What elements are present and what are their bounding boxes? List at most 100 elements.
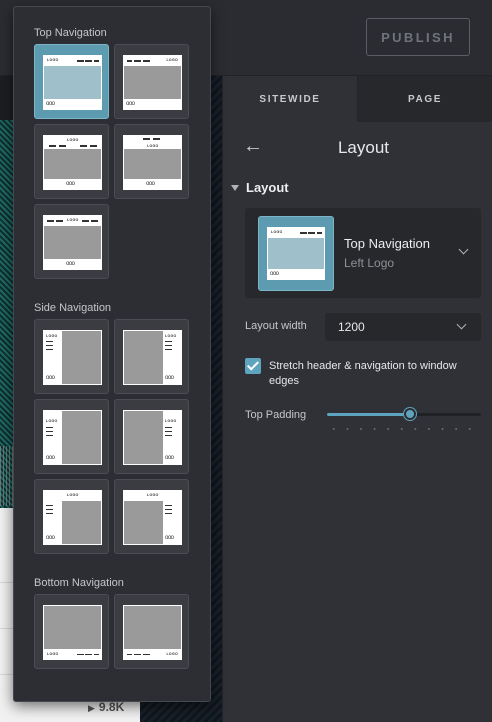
footer-dots: ooo <box>126 101 135 107</box>
layout-section-toggle[interactable]: Layout <box>231 180 289 195</box>
layout-selector-card[interactable]: LOGO ooo Top Navigation Left Logo <box>245 208 481 298</box>
side-nav-bar: LOGO ooo <box>163 331 181 384</box>
logo-label: LOGO <box>47 58 59 62</box>
layout-picker-popover: Top Navigation LOGO ooo LOGO ooo LOGO oo… <box>13 6 211 702</box>
layout-title: Top Navigation <box>344 236 430 251</box>
nav-dash <box>143 60 150 62</box>
stretch-checkbox[interactable] <box>245 358 261 374</box>
layout-width-label: Layout width <box>245 320 307 332</box>
side-nav-bar: LOGO ooo <box>163 411 181 464</box>
nav-dash <box>46 509 53 511</box>
footer-dots: ooo <box>66 261 75 267</box>
layout-option-bottom-left-logo[interactable]: LOGO <box>34 594 109 669</box>
layout-option-side-right-logo-mid[interactable]: LOGO ooo <box>114 399 189 474</box>
side-nav-bar: LOGO ooo <box>44 411 62 464</box>
layout-preview-icon: LOGO ooo <box>43 135 102 190</box>
stretch-label[interactable]: Stretch header & navigation to window ed… <box>269 359 481 389</box>
nav-dash <box>165 341 172 343</box>
publish-button[interactable]: PUBLISH <box>366 18 470 56</box>
nav-dash <box>317 232 322 234</box>
layout-preview-icon: LOGO ooo <box>123 135 182 190</box>
group-label-top-navigation: Top Navigation <box>34 27 107 39</box>
layout-option-side-left-logo-top[interactable]: LOGO ooo <box>34 319 109 394</box>
nav-dash <box>127 60 132 62</box>
nav-dash <box>59 145 66 147</box>
layout-option-top-center-logo-inline[interactable]: LOGO ooo <box>34 204 109 279</box>
top-padding-slider[interactable] <box>327 406 481 432</box>
footer-dots: ooo <box>46 535 55 541</box>
tab-sitewide[interactable]: SITEWIDE <box>223 76 358 122</box>
footer-dots: ooo <box>66 181 75 187</box>
footer-dots: ooo <box>46 455 55 461</box>
layout-option-side-left-header[interactable]: LOGO ooo <box>34 479 109 554</box>
nav-dash <box>80 145 87 147</box>
logo-label: LOGO <box>67 218 79 222</box>
nav-dash <box>47 220 54 222</box>
slider-fill <box>327 413 411 416</box>
footer-dots: ooo <box>270 271 279 277</box>
panel-header: ← Layout <box>223 122 492 172</box>
nav-dash <box>77 60 84 62</box>
layout-option-side-right-logo-top[interactable]: LOGO ooo <box>114 319 189 394</box>
layout-preview-icon: LOGO ooo <box>43 410 102 465</box>
layout-option-side-left-logo-mid[interactable]: LOGO ooo <box>34 399 109 474</box>
nav-dash <box>300 232 307 234</box>
nav-dash <box>46 341 53 343</box>
layout-option-top-left-logo[interactable]: LOGO ooo <box>34 44 109 119</box>
nav-dash <box>143 138 150 140</box>
nav-dash <box>165 505 172 507</box>
preview-stat-value: 9.8K <box>88 700 124 714</box>
caret-down-icon <box>231 184 239 191</box>
nav-dash <box>85 653 92 655</box>
logo-label: LOGO <box>166 58 178 62</box>
side-nav-bar: ooo <box>163 501 181 544</box>
layout-preview-icon: LOGO ooo <box>123 410 182 465</box>
nav-dash <box>127 653 132 655</box>
nav-dash <box>91 220 98 222</box>
slider-ticks <box>327 428 481 430</box>
tab-page[interactable]: PAGE <box>358 76 492 122</box>
layout-option-side-right-header[interactable]: LOGO ooo <box>114 479 189 554</box>
nav-dash <box>46 349 53 351</box>
nav-dash <box>165 427 172 429</box>
side-nav-bar: ooo <box>44 501 62 544</box>
layout-width-select[interactable]: 1200 <box>325 313 481 341</box>
layout-preview-icon: LOGO ooo <box>267 227 325 280</box>
logo-label: LOGO <box>147 144 159 148</box>
layout-thumbnail: LOGO ooo <box>258 216 334 291</box>
nav-dash <box>165 349 172 351</box>
nav-dash <box>165 345 172 347</box>
nav-dash <box>46 435 53 437</box>
top-padding-label: Top Padding <box>245 409 307 421</box>
slider-handle[interactable] <box>404 408 417 420</box>
footer-dots: ooo <box>46 375 55 381</box>
nav-dash <box>94 653 99 655</box>
layout-option-top-center-logo-above[interactable]: LOGO ooo <box>114 124 189 199</box>
logo-label: LOGO <box>46 419 58 423</box>
logo-label: LOGO <box>67 493 79 497</box>
layout-preview-icon: LOGO ooo <box>43 215 102 270</box>
nav-dash <box>77 653 84 655</box>
nav-dash <box>49 145 56 147</box>
logo-label: LOGO <box>147 493 159 497</box>
nav-dash <box>56 220 63 222</box>
layout-preview-icon: LOGO ooo <box>123 55 182 110</box>
logo-label: LOGO <box>165 334 177 338</box>
nav-dash <box>46 427 53 429</box>
footer-dots: ooo <box>146 181 155 187</box>
layout-option-top-center-logo-below[interactable]: LOGO ooo <box>34 124 109 199</box>
layout-option-bottom-right-logo[interactable]: LOGO <box>114 594 189 669</box>
header-divider <box>44 147 101 148</box>
nav-dash <box>134 653 141 655</box>
layout-preview-icon: LOGO ooo <box>43 490 102 545</box>
nav-dash <box>308 232 315 234</box>
layout-preview-icon: LOGO ooo <box>43 330 102 385</box>
logo-label: LOGO <box>67 138 79 142</box>
layout-width-value: 1200 <box>338 320 365 334</box>
section-label: Layout <box>246 180 289 195</box>
nav-dash <box>85 60 92 62</box>
layout-option-top-right-logo[interactable]: LOGO ooo <box>114 44 189 119</box>
layout-preview-icon: LOGO <box>43 605 102 660</box>
nav-dash <box>46 505 53 507</box>
nav-dash <box>134 60 141 62</box>
